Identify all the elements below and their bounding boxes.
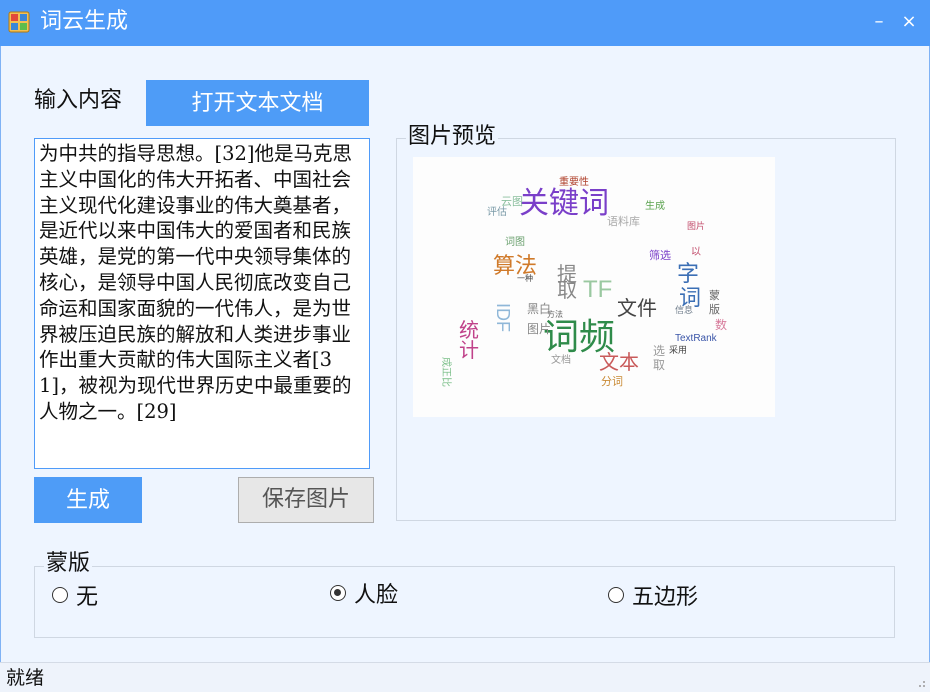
wordcloud-word: TF (583, 276, 612, 303)
wordcloud-word: TextRank (675, 333, 718, 344)
status-bar: 就绪 (0, 662, 930, 692)
wordcloud-word: 选 (653, 344, 665, 358)
minimize-icon[interactable]: – (866, 8, 892, 36)
wordcloud-word: 采用 (669, 345, 687, 355)
wordcloud-word: 词频 (543, 316, 615, 357)
wordcloud-word: 计 (459, 339, 479, 362)
radio-checked-icon (330, 585, 346, 601)
wordcloud-word: 一种 (517, 273, 533, 283)
wordcloud-word: IDF (493, 303, 513, 332)
wordcloud-word: 信息 (675, 304, 693, 315)
wordcloud-word: 分词 (601, 375, 623, 388)
mask-radio-label: 五边形 (632, 585, 699, 610)
wordcloud-word: 方法 (547, 309, 563, 319)
input-textbox[interactable]: 为中共的指导思想。[32]他是马克思主义中国化的伟大开拓者、中国社会主义现代化建… (34, 138, 370, 469)
wordcloud-word: 文件 (617, 297, 657, 320)
wordcloud-word: 评估 (487, 205, 507, 218)
wordcloud-word: 生成 (645, 199, 665, 212)
wordcloud-word: 图片 (687, 220, 705, 231)
wordcloud-word: 字 (677, 261, 699, 286)
wordcloud-preview-image: 关键词 词频 算法 文件 文本 字 词 TF IDF 统 计 提 取 重要性 云… (413, 157, 775, 417)
wordcloud-word: 蒙 (709, 289, 720, 302)
mask-radio-pentagon[interactable]: 五边形 (608, 581, 699, 610)
mask-radio-none[interactable]: 无 (52, 581, 99, 610)
wordcloud-word: 版 (709, 302, 720, 316)
status-text: 就绪 (6, 667, 45, 689)
wordcloud-word: 以 (691, 247, 701, 258)
radio-unchecked-icon (52, 587, 68, 603)
mask-group-title: 蒙版 (44, 551, 93, 577)
wordcloud-word: 筛选 (649, 248, 671, 262)
wordcloud-word: 文本 (599, 351, 639, 374)
mask-group (34, 566, 895, 638)
radio-unchecked-icon (608, 587, 624, 603)
wordcloud-word: 重要性 (559, 175, 589, 188)
wordcloud-word: 词图 (505, 236, 525, 248)
wordcloud-word: 成正比 (440, 357, 452, 387)
mask-radio-label: 无 (76, 585, 99, 610)
wordcloud-word: 语料库 (607, 214, 640, 228)
close-icon[interactable]: × (896, 8, 922, 36)
generate-button[interactable]: 生成 (34, 477, 142, 523)
wordcloud-word: 关键词 (519, 187, 609, 220)
wordcloud-word: 统 (459, 319, 479, 342)
app-window-icon (8, 11, 30, 33)
input-label: 输入内容 (34, 88, 123, 113)
window-title: 词云生成 (40, 9, 129, 34)
wordcloud-word: 取 (557, 280, 577, 302)
wordcloud-word: 文档 (551, 353, 571, 366)
preview-group-title: 图片预览 (406, 124, 499, 150)
resize-grip-icon[interactable] (916, 678, 926, 688)
wordcloud-word: 图片 (527, 322, 551, 336)
open-text-file-button[interactable]: 打开文本文档 (146, 80, 369, 126)
title-bar: 词云生成 – × (0, 0, 930, 46)
wordcloud-word: 数 (715, 317, 727, 332)
mask-radio-label: 人脸 (354, 583, 399, 608)
save-image-button[interactable]: 保存图片 (238, 477, 374, 523)
wordcloud-word: 取 (653, 358, 665, 372)
mask-radio-face[interactable]: 人脸 (330, 579, 399, 608)
